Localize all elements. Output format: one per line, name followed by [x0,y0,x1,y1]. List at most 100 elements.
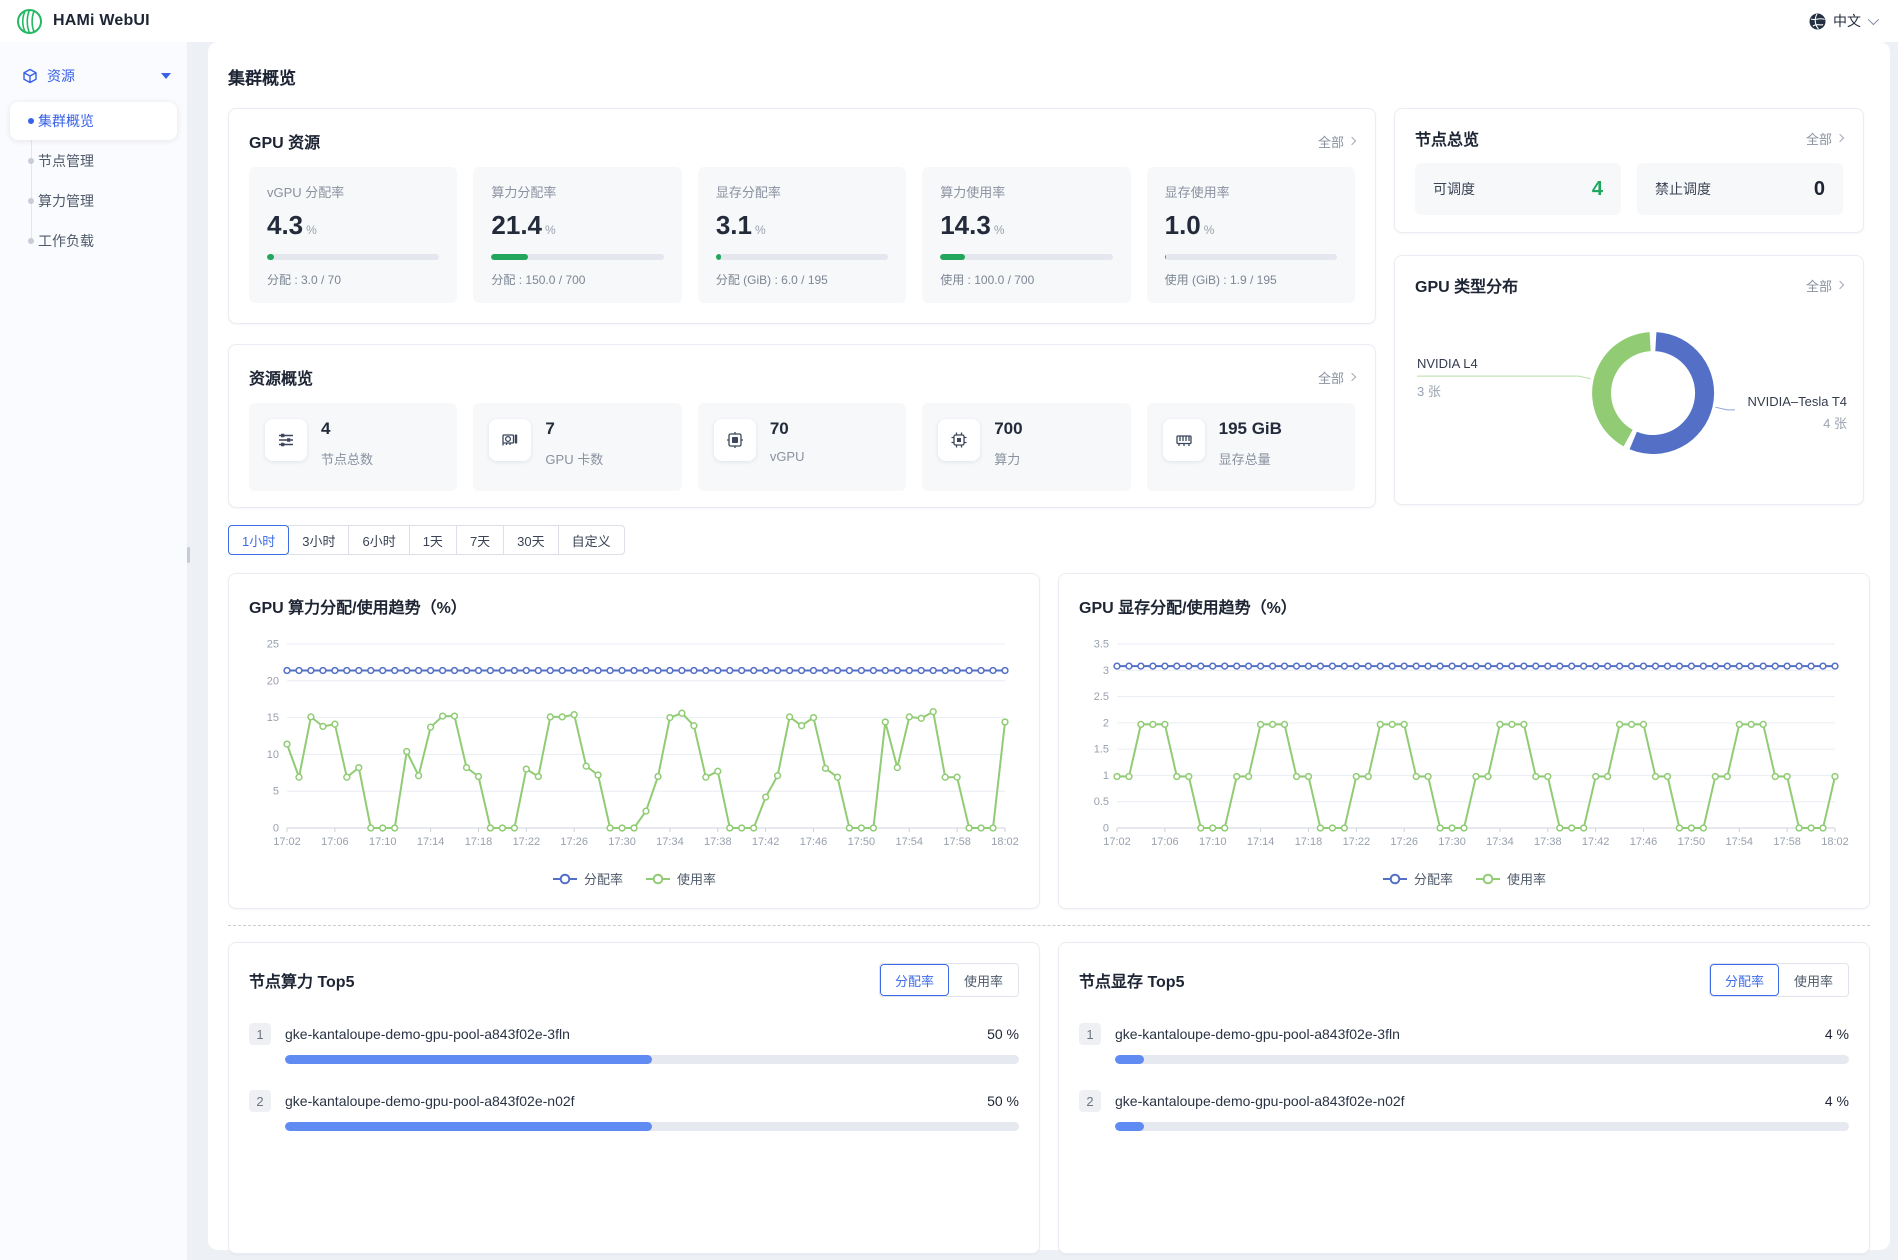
sidebar-item-node-management[interactable]: 节点管理 [10,142,177,180]
legend-item[interactable]: 使用率 [1475,869,1546,888]
bar-fill [1115,1122,1144,1131]
hami-logo-icon [16,8,43,35]
toggle-allocation-button[interactable]: 分配率 [880,964,949,996]
top5-row: 2 gke-kantaloupe-demo-gpu-pool-a843f02e-… [249,1090,1019,1131]
language-label: 中文 [1833,11,1861,31]
tab-1h[interactable]: 1小时 [228,525,289,555]
sidebar-group-resources[interactable]: 资源 [0,56,187,96]
view-all-link[interactable]: 全部 [1318,132,1355,151]
overview-label: GPU 卡数 [545,449,603,468]
bar-fill [285,1055,652,1064]
progress-track [491,254,663,260]
svg-text:3 张: 3 张 [1417,384,1441,399]
node-memory-top5-card: 节点显存 Top5 分配率 使用率 1 gke-kantaloupe-demo-… [1058,942,1870,1254]
sidebar: 资源 集群概览 节点管理 算力管理 工作负载 [0,42,188,1260]
memory-icon [1163,419,1205,461]
metric-tile-vgpu-alloc: vGPU 分配率 4.3% 分配 : 3.0 / 70 [249,167,457,303]
chart-legend: 分配率 使用率 [249,869,1019,888]
metric-detail: 使用 : 100.0 / 700 [940,271,1112,288]
memory-trend-chart: 00.511.522.533.517:0217:0617:1017:1417:1… [1079,622,1849,867]
toggle-usage-button[interactable]: 使用率 [949,964,1018,996]
svg-text:17:30: 17:30 [1438,836,1466,848]
progress-track [940,254,1112,260]
sidebar-item-workloads[interactable]: 工作负载 [10,222,177,260]
brand: HAMi WebUI [16,8,150,35]
metric-unit: % [306,223,317,237]
vgpu-icon [714,419,756,461]
chevron-down-icon [1868,14,1879,25]
overview-value: 7 [545,419,603,439]
rank-badge: 2 [1079,1090,1101,1112]
svg-text:17:18: 17:18 [465,836,493,848]
rank-badge: 1 [1079,1023,1101,1045]
svg-text:17:02: 17:02 [273,836,301,848]
overview-tile-memory: 195 GiB 显存总量 [1147,403,1355,491]
metric-value: 1.0 [1165,210,1201,241]
card-title: 节点算力 Top5 [249,968,354,992]
legend-item[interactable]: 使用率 [645,869,716,888]
svg-text:17:42: 17:42 [752,836,780,848]
gpu-resources-card: GPU 资源 全部 vGPU 分配率 4.3% 分配 : 3. [228,108,1376,324]
svg-text:NVIDIA–Tesla T4: NVIDIA–Tesla T4 [1748,394,1847,409]
svg-text:17:26: 17:26 [1390,836,1418,848]
svg-text:17:14: 17:14 [1247,836,1275,848]
progress-fill [491,254,528,260]
compute-trend-chart: 051015202517:0217:0617:1017:1417:1817:22… [249,622,1019,867]
node-name: gke-kantaloupe-demo-gpu-pool-a843f02e-n0… [1115,1093,1811,1109]
overview-tile-compute: 700 算力 [922,403,1130,491]
svg-text:17:42: 17:42 [1582,836,1610,848]
language-selector[interactable]: 中文 [1809,11,1876,31]
legend-item[interactable]: 分配率 [1382,869,1453,888]
svg-text:17:50: 17:50 [1678,836,1706,848]
tab-7d[interactable]: 7天 [456,525,504,555]
chevron-right-icon [1348,137,1356,145]
svg-text:17:30: 17:30 [608,836,636,848]
tab-30d[interactable]: 30天 [503,525,558,555]
view-all-link[interactable]: 全部 [1318,368,1355,387]
schedulable-label: 可调度 [1433,179,1475,199]
top5-row: 1 gke-kantaloupe-demo-gpu-pool-a843f02e-… [1079,1023,1849,1064]
bar-track [1115,1122,1849,1131]
svg-text:18:02: 18:02 [991,836,1019,848]
tab-6h[interactable]: 6小时 [348,525,409,555]
bullet-dot-icon [28,158,34,164]
svg-text:0: 0 [273,823,279,835]
sidebar-item-cluster-overview[interactable]: 集群概览 [10,102,177,140]
node-name: gke-kantaloupe-demo-gpu-pool-a843f02e-3f… [1115,1026,1811,1042]
metric-label: 显存分配率 [716,182,888,201]
metric-value: 4.3 [267,210,303,241]
tab-custom[interactable]: 自定义 [558,525,625,555]
tab-1d[interactable]: 1天 [409,525,457,555]
sidebar-item-compute-management[interactable]: 算力管理 [10,182,177,220]
progress-track [716,254,888,260]
panel-resize-handle[interactable] [187,547,190,563]
view-all-link[interactable]: 全部 [1806,276,1843,295]
toggle-usage-button[interactable]: 使用率 [1779,964,1848,996]
chart-title: GPU 算力分配/使用趋势（%） [249,594,1019,618]
card-title: 资源概览 [249,365,313,389]
svg-text:17:38: 17:38 [1534,836,1562,848]
svg-text:17:10: 17:10 [369,836,397,848]
svg-text:18:02: 18:02 [1821,836,1849,848]
svg-text:17:58: 17:58 [1773,836,1801,848]
card-title: 节点显存 Top5 [1079,968,1184,992]
node-value: 50 % [987,1093,1019,1109]
overview-tile-vgpu: 70 vGPU [698,403,906,491]
dashed-separator [228,925,1870,926]
legend-item[interactable]: 分配率 [552,869,623,888]
metric-toggle: 分配率 使用率 [879,963,1019,997]
svg-text:17:02: 17:02 [1103,836,1131,848]
svg-text:17:34: 17:34 [1486,836,1514,848]
overview-label: 算力 [994,449,1022,468]
svg-text:17:22: 17:22 [1343,836,1371,848]
svg-text:17:14: 17:14 [417,836,445,848]
toggle-allocation-button[interactable]: 分配率 [1710,964,1779,996]
unschedulable-label: 禁止调度 [1655,179,1711,199]
sidebar-group-label: 资源 [47,66,152,86]
tab-3h[interactable]: 3小时 [288,525,349,555]
chevron-right-icon [1348,373,1356,381]
metric-detail: 分配 : 3.0 / 70 [267,271,439,288]
view-all-link[interactable]: 全部 [1806,129,1843,148]
svg-text:17:34: 17:34 [656,836,684,848]
metric-unit: % [994,223,1005,237]
